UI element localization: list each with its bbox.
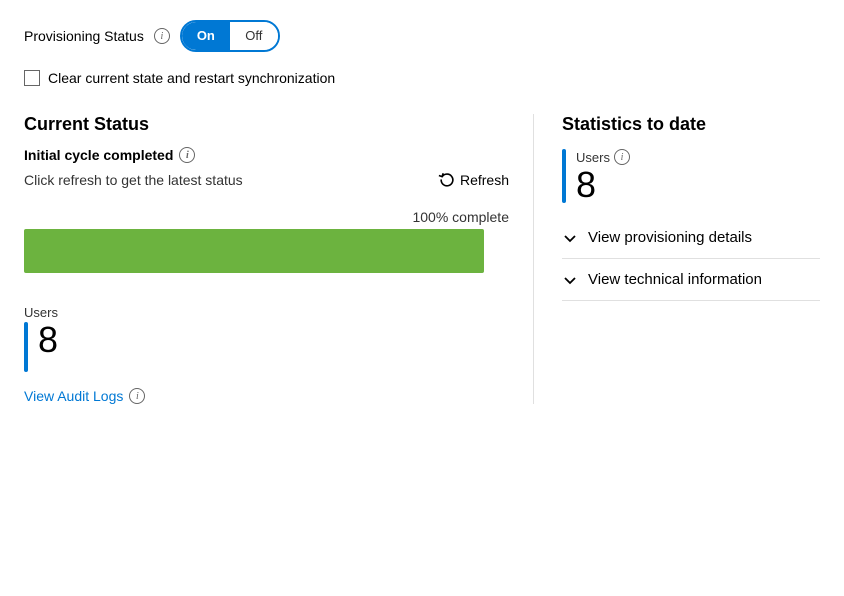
bottom-stats: Users 8 [24,305,509,372]
provisioning-toggle[interactable]: On Off [180,20,280,52]
current-status-title: Current Status [24,114,509,135]
right-users-count: 8 [576,167,630,203]
provisioning-status-info-icon[interactable]: i [154,28,170,44]
right-panel: Statistics to date Users i 8 View provis… [534,114,820,404]
refresh-row: Click refresh to get the latest status R… [24,171,509,189]
refresh-button-label: Refresh [460,172,509,188]
right-users-label: Users [576,150,610,165]
clear-state-row: Clear current state and restart synchron… [24,70,820,86]
view-audit-logs-link[interactable]: View Audit Logs [24,388,123,404]
view-technical-information-label: View technical information [588,271,762,288]
chevron-down-icon-2 [562,272,578,288]
refresh-hint-text: Click refresh to get the latest status [24,172,243,188]
initial-cycle-info-icon[interactable]: i [179,147,195,163]
stats-to-date-title: Statistics to date [562,114,820,135]
bottom-users-label: Users [24,305,509,320]
chevron-down-icon [562,230,578,246]
view-provisioning-details-row[interactable]: View provisioning details [562,217,820,259]
right-stat-block: Users i 8 [562,149,820,203]
right-stat-bar [562,149,566,203]
initial-cycle-label: Initial cycle completed [24,147,173,163]
bottom-stat-block: 8 [24,322,509,372]
main-content: Current Status Initial cycle completed i… [24,114,820,404]
clear-state-label: Clear current state and restart synchron… [48,70,335,86]
provisioning-status-row: Provisioning Status i On Off [24,20,820,52]
initial-cycle-row: Initial cycle completed i [24,147,509,163]
view-provisioning-details-label: View provisioning details [588,229,752,246]
progress-label: 100% complete [24,209,509,225]
right-users-info-icon[interactable]: i [614,149,630,165]
clear-state-checkbox[interactable] [24,70,40,86]
view-audit-info-icon[interactable]: i [129,388,145,404]
refresh-icon [438,171,456,189]
toggle-off-option[interactable]: Off [230,22,278,50]
provisioning-status-label: Provisioning Status [24,28,144,44]
view-technical-information-row[interactable]: View technical information [562,259,820,301]
left-panel: Current Status Initial cycle completed i… [24,114,534,404]
refresh-button[interactable]: Refresh [438,171,509,189]
right-users-label-row: Users i [576,149,630,165]
progress-bar [24,229,484,273]
toggle-on-option[interactable]: On [182,22,230,50]
bottom-users-count: 8 [38,322,58,372]
view-audit-row: View Audit Logs i [24,388,509,404]
right-stat-inner: Users i 8 [576,149,630,203]
stat-bar-left [24,322,28,372]
